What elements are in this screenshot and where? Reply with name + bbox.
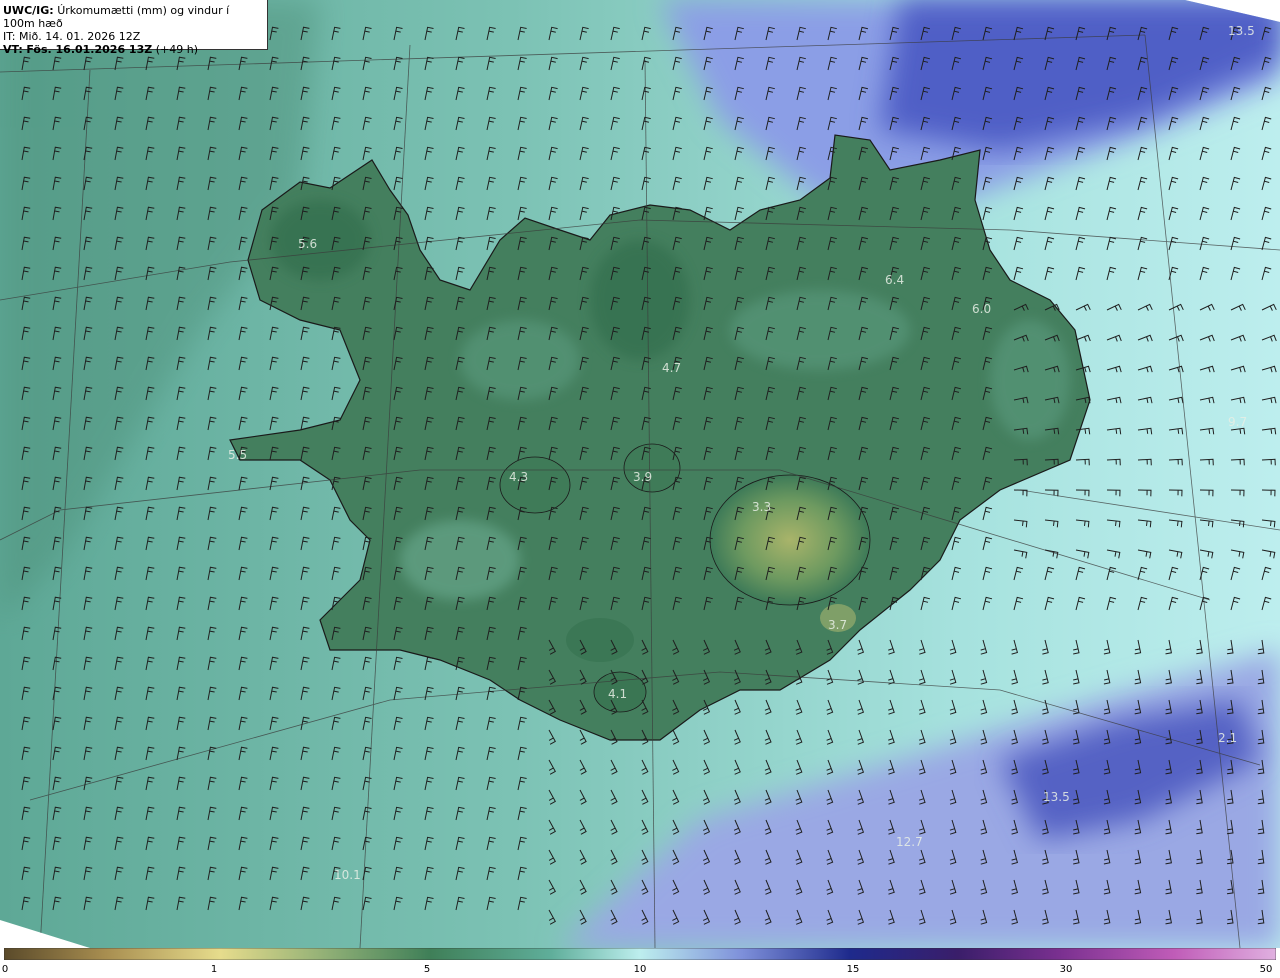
glacier-vatnajokull	[709, 474, 871, 606]
glacier-eyjafjallajokull	[566, 618, 634, 662]
value-label: 2.1	[1218, 731, 1237, 745]
title-line: UWC/IG: Úrkomumætti (mm) og vindur í 100…	[3, 4, 264, 30]
glacier-langjokull	[499, 456, 571, 514]
lead-time: (+49 h)	[155, 43, 198, 56]
value-label: 4.1	[608, 687, 627, 701]
colorbar-tick: 0	[1, 964, 9, 975]
value-label: 6.0	[972, 302, 991, 316]
colorbar-tick: 15	[846, 964, 860, 975]
forecast-map: 13.5 5.6 6.4 6.0 4.7 5.5 4.3 3.9 3.3 9.7…	[0, 0, 1280, 948]
value-label: 12.7	[896, 835, 923, 849]
colorbar-tick: 5	[423, 964, 431, 975]
map-canvas: 13.5 5.6 6.4 6.0 4.7 5.5 4.3 3.9 3.3 9.7…	[0, 0, 1280, 948]
glacier-hofsjokull	[623, 443, 681, 493]
init-time-line: IT: Mið. 14. 01. 2026 12Z	[3, 30, 264, 43]
value-label: 13.5	[1043, 790, 1070, 804]
value-label: 3.3	[752, 500, 771, 514]
value-label: 10.1	[334, 868, 361, 882]
value-label: 4.3	[509, 470, 528, 484]
value-label: 3.9	[633, 470, 652, 484]
colorbar-tick: 30	[1059, 964, 1073, 975]
value-label: 4.7	[662, 361, 681, 375]
colorbar-tick: 10	[633, 964, 647, 975]
colorbar-tick: 1	[210, 964, 218, 975]
valid-time-label: VT:	[3, 43, 23, 56]
value-label: 13.5	[1228, 24, 1255, 38]
value-label: 5.6	[298, 237, 317, 251]
init-time-label: IT:	[3, 30, 16, 43]
colorbar	[4, 948, 1276, 960]
valid-time-value: Fös. 16.01.2026 13Z	[26, 43, 153, 56]
value-label: 5.5	[228, 448, 247, 462]
value-label: 6.4	[885, 273, 904, 287]
init-time-value: Mið. 14. 01. 2026 12Z	[18, 30, 141, 43]
map-info-box: UWC/IG: Úrkomumætti (mm) og vindur í 100…	[0, 0, 268, 56]
value-label: 9.7	[1228, 415, 1247, 429]
valid-time-line: VT: Fös. 16.01.2026 13Z (+49 h)	[3, 43, 264, 56]
colorbar-legend: 0 1 5 10 15 30 50	[0, 948, 1280, 978]
model-label: UWC/IG:	[3, 4, 54, 17]
value-label: 3.7	[828, 618, 847, 632]
colorbar-tick: 50	[1259, 964, 1273, 975]
